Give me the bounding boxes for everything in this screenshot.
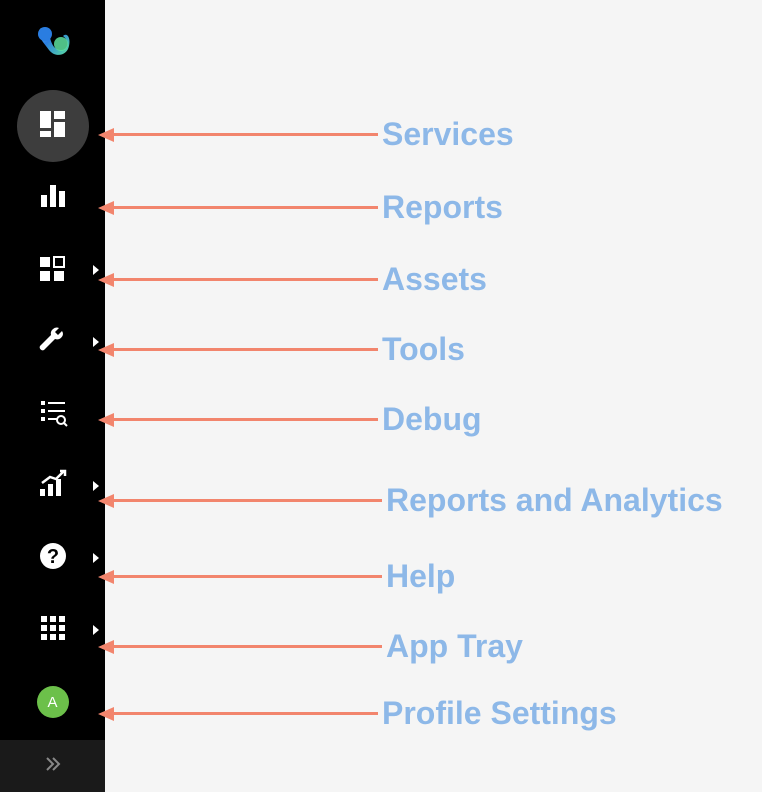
sidebar: ? [0,0,105,740]
arrow-left-icon [98,128,114,142]
sidebar-item-profile[interactable]: A [0,666,105,738]
annotation-tools: Tools [112,331,465,368]
annotation-reports: Reports [112,189,503,226]
annotation-label: Reports and Analytics [386,482,723,519]
chevron-right-icon [93,553,99,563]
annotation-app-tray: App Tray [112,628,523,665]
sidebar-item-assets[interactable] [0,234,105,306]
avatar: A [37,686,69,718]
annotation-profile: Profile Settings [112,695,617,732]
avatar-initial: A [47,694,57,711]
annotation-assets: Assets [112,261,487,298]
arrow-left-icon [98,494,114,508]
svg-text:?: ? [46,546,58,568]
annotation-reports-analytics: Reports and Analytics [112,482,723,519]
chevron-right-icon [93,625,99,635]
annotation-label: Help [386,558,455,595]
arrow-left-icon [98,413,114,427]
list-search-icon [38,397,68,432]
assets-grid-icon [38,253,68,288]
annotation-label: Services [382,116,514,153]
sidebar-item-reports-analytics[interactable] [0,450,105,522]
sidebar-item-tools[interactable] [0,306,105,378]
dashboard-icon [38,109,68,144]
arrow-left-icon [98,640,114,654]
arrow-left-icon [98,343,114,357]
arrow-left-icon [98,201,114,215]
wrench-icon [38,325,68,360]
annotation-services: Services [112,116,514,153]
annotation-help: Help [112,558,455,595]
chevron-double-right-icon [43,754,63,779]
sidebar-item-app-tray[interactable] [0,594,105,666]
arrow-left-icon [98,570,114,584]
webex-logo [33,22,73,62]
annotation-label: Reports [382,189,503,226]
annotation-label: Debug [382,401,482,438]
sidebar-item-services[interactable] [0,90,105,162]
annotation-label: Tools [382,331,465,368]
apps-grid-icon [38,613,68,648]
chevron-right-icon [93,481,99,491]
annotation-label: App Tray [386,628,523,665]
sidebar-item-reports[interactable] [0,162,105,234]
bar-chart-icon [38,181,68,216]
help-icon: ? [38,541,68,576]
arrow-left-icon [98,707,114,721]
annotation-label: Assets [382,261,487,298]
annotation-debug: Debug [112,401,482,438]
analytics-icon [38,469,68,504]
expand-sidebar-button[interactable] [0,740,105,792]
sidebar-item-help[interactable]: ? [0,522,105,594]
sidebar-item-debug[interactable] [0,378,105,450]
arrow-left-icon [98,273,114,287]
annotation-label: Profile Settings [382,695,617,732]
